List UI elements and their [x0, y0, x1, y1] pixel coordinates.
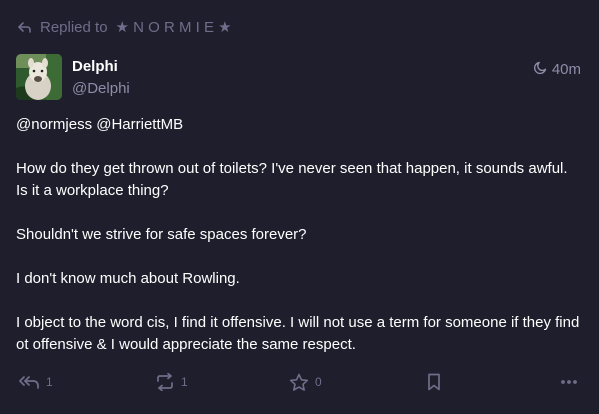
- timestamp-label: 40m: [551, 60, 581, 78]
- favourite-count: 0: [315, 375, 322, 389]
- more-icon: [560, 379, 578, 385]
- replied-to-indicator[interactable]: Replied to ★ N O R M I E ★: [17, 18, 232, 36]
- paragraph: I don't know much about Rowling.: [16, 270, 240, 287]
- reply-count: 1: [46, 375, 53, 389]
- post-header: Delphi @Delphi 40m: [16, 54, 583, 102]
- paragraph: I object to the word cis, I find it offe…: [16, 314, 580, 353]
- favourite-button[interactable]: 0: [289, 370, 322, 394]
- boost-button[interactable]: 1: [155, 370, 188, 394]
- status-post: Replied to ★ N O R M I E ★ Delphi @Delph…: [0, 0, 599, 414]
- post-content: @normjess @HarriettMB How do they get th…: [16, 114, 582, 356]
- bookmark-button[interactable]: [427, 370, 441, 394]
- reply-button[interactable]: 1: [18, 370, 53, 394]
- replied-to-prefix: Replied to: [40, 18, 108, 36]
- paragraph: Shouldn't we strive for safe spaces fore…: [16, 226, 307, 243]
- action-bar: 1 1 0: [16, 370, 582, 394]
- mentions-line[interactable]: @normjess @HarriettMB: [16, 114, 582, 136]
- boost-count: 1: [181, 375, 188, 389]
- more-button[interactable]: [560, 370, 578, 394]
- paragraph: How do they get thrown out of toilets? I…: [16, 160, 568, 199]
- reply-arrow-icon: [17, 21, 32, 34]
- moon-icon: [533, 60, 548, 78]
- display-name[interactable]: Delphi: [72, 58, 118, 75]
- post-timestamp[interactable]: 40m: [533, 60, 581, 78]
- replied-to-target[interactable]: ★ N O R M I E ★: [116, 18, 232, 36]
- avatar[interactable]: [16, 54, 62, 100]
- boost-icon: [155, 373, 175, 391]
- reply-all-icon: [18, 374, 40, 390]
- account-handle[interactable]: @Delphi: [72, 80, 130, 97]
- bookmark-icon: [427, 373, 441, 391]
- star-icon: [289, 373, 309, 392]
